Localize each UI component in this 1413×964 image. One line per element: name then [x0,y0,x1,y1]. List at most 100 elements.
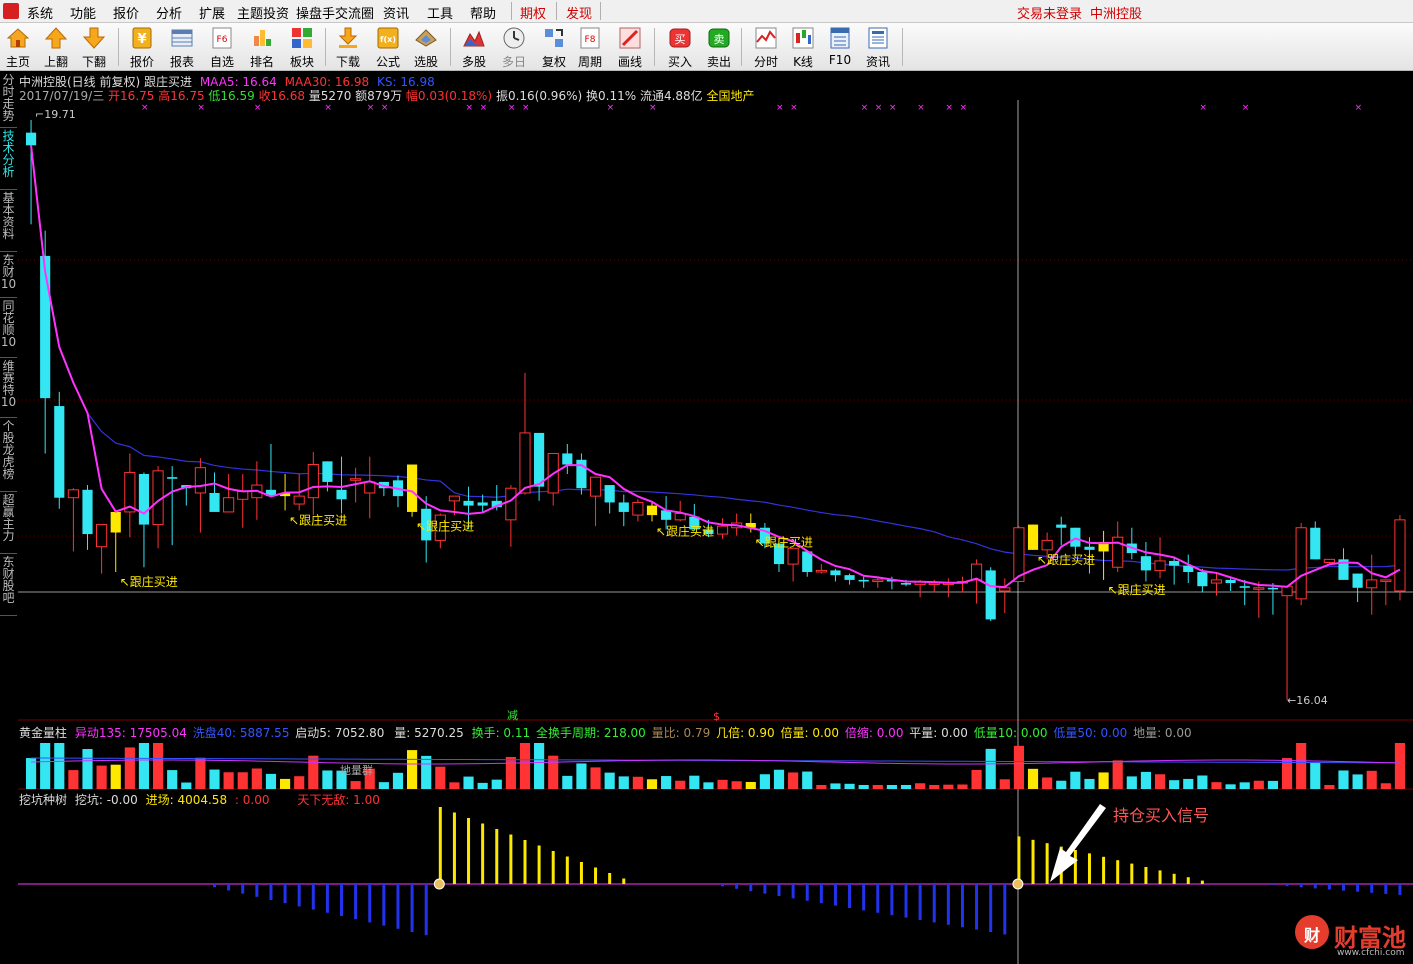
candle-body [1239,586,1250,588]
candle-body [307,464,319,499]
volume-bar [858,785,869,789]
toolbar: 主页 上翻 下翻 ¥ 报价 报表 F6 自选 排名 板块 下载 f(x) 公式 … [0,23,1413,71]
side-tab-weisaite10[interactable]: 维赛特10 [0,358,17,418]
news-icon [868,27,888,49]
buy-signal-label: ↖跟庄买进 [656,523,714,538]
multi-day-button[interactable]: 多日 [496,25,532,69]
candle-body [1027,524,1039,550]
volume-bar [1324,785,1335,789]
volume-panel-name: 黄金量柱 [19,726,68,740]
menu-item-quote[interactable]: 报价 [113,3,139,22]
svg-text:¥: ¥ [137,32,146,47]
candle [534,432,545,501]
trade-login-link[interactable]: 交易未登录 [1017,3,1082,22]
candle-body [519,432,531,494]
candle-body [1210,579,1223,584]
volume-bar [915,783,926,789]
candle-body [138,474,150,525]
page-up-button[interactable]: 上翻 [38,25,74,69]
download-button[interactable]: 下载 [330,25,366,69]
volume-bar [279,778,291,789]
buy-button[interactable]: 买 买入 [662,25,698,69]
candle [138,472,150,568]
report-button[interactable]: 报表 [164,25,200,69]
candle [1027,524,1039,550]
multi-day-icon [503,27,525,49]
side-tab-technical[interactable]: 技术分析 [0,128,17,190]
report-icon [171,29,193,47]
volume-bar [689,775,700,789]
cross-mark: × [945,103,953,113]
draw-line-button[interactable]: 画线 [612,25,648,69]
stock-select-button[interactable]: 选股 [408,25,444,69]
candle-body [67,489,79,499]
candle [54,391,65,509]
menu-item-system[interactable]: 系统 [27,3,53,22]
kline-chart[interactable]: ↖跟庄买进 ↖跟庄买进 ↖跟庄买进 ↖跟庄买进 ↖跟庄买进 ↖跟庄买进 ↖跟庄买进 × × × × ×… [18,100,1413,964]
candle-body [900,583,912,585]
volume-bar [830,783,841,789]
candle-body [970,563,983,581]
volume-bar [1211,782,1222,789]
candle-body [1169,560,1180,566]
volume-bar [1380,783,1391,789]
menu-item-options[interactable]: 期权 [520,3,546,22]
volume-bar [1098,772,1109,789]
volume-bar [562,775,573,789]
candle-body [646,505,658,516]
menu-item-theme-invest[interactable]: 主题投资 [237,3,289,22]
multi-stock-button[interactable]: 多股 [456,25,492,69]
home-button[interactable]: 主页 [0,25,36,69]
candle [307,451,319,516]
side-tab-intraday[interactable]: 分时走势 [0,72,17,128]
sell-button[interactable]: 卖 卖出 [701,25,737,69]
menu-item-function[interactable]: 功能 [70,3,96,22]
side-tab-super-main[interactable]: 超赢主力 [0,492,17,554]
side-tab-dongcai10[interactable]: 东财10 [0,252,17,298]
side-tab-tonghuashun10[interactable]: 同花顺10 [0,298,17,358]
stock-name-link[interactable]: 中洲控股 [1090,3,1142,22]
side-tab-dongcai-forum[interactable]: 东财股吧 [0,554,17,616]
candle [392,475,404,508]
menu-divider [511,2,512,20]
ranking-button[interactable]: 排名 [244,25,280,69]
menu-item-news[interactable]: 资讯 [383,3,409,22]
menu-item-trader-forum[interactable]: 操盘手交流圈 [296,3,374,22]
buy-signal-label: ↖跟庄买进 [120,574,178,589]
cross-mark: × [1242,103,1250,113]
volume-bar [1056,780,1067,789]
cross-mark: × [141,103,149,113]
menu-item-help[interactable]: 帮助 [470,3,496,22]
menu-item-tools[interactable]: 工具 [427,3,453,22]
volume-bar [745,781,756,789]
candle [618,494,629,527]
candle-body [618,502,629,512]
f10-button[interactable]: F10 [822,25,858,69]
side-tab-dragon-tiger[interactable]: 个股龙虎榜 [0,418,17,492]
menu-item-analysis[interactable]: 分析 [156,3,182,22]
candle [364,456,376,519]
cross-mark: × [875,103,883,113]
period-button[interactable]: F8 周期 [572,25,608,69]
arrow-down-icon [82,27,106,49]
volume-bar [251,768,262,789]
side-tab-fundamentals[interactable]: 基本资料 [0,190,17,252]
news-button[interactable]: 资讯 [860,25,896,69]
quote-button[interactable]: ¥ 报价 [124,25,160,69]
sector-button[interactable]: 板块 [284,25,320,69]
formula-button[interactable]: f(x) 公式 [370,25,406,69]
page-down-button[interactable]: 下翻 [76,25,112,69]
volume-jibei: 几倍: 0.90 [716,726,775,740]
volume-bar [322,770,333,789]
high-price-label: ⌐19.71 [35,108,76,121]
toolbar-divider [902,28,903,66]
candle [562,443,573,475]
f10-icon [830,27,850,49]
volume-bar [971,769,982,789]
menu-item-extend[interactable]: 扩展 [199,3,225,22]
watchlist-button[interactable]: F6 自选 [204,25,240,69]
buy-signal-label: ↖跟庄买进 [416,519,474,534]
candle [336,456,347,514]
menu-item-discover[interactable]: 发现 [566,3,592,22]
candle [237,474,249,528]
